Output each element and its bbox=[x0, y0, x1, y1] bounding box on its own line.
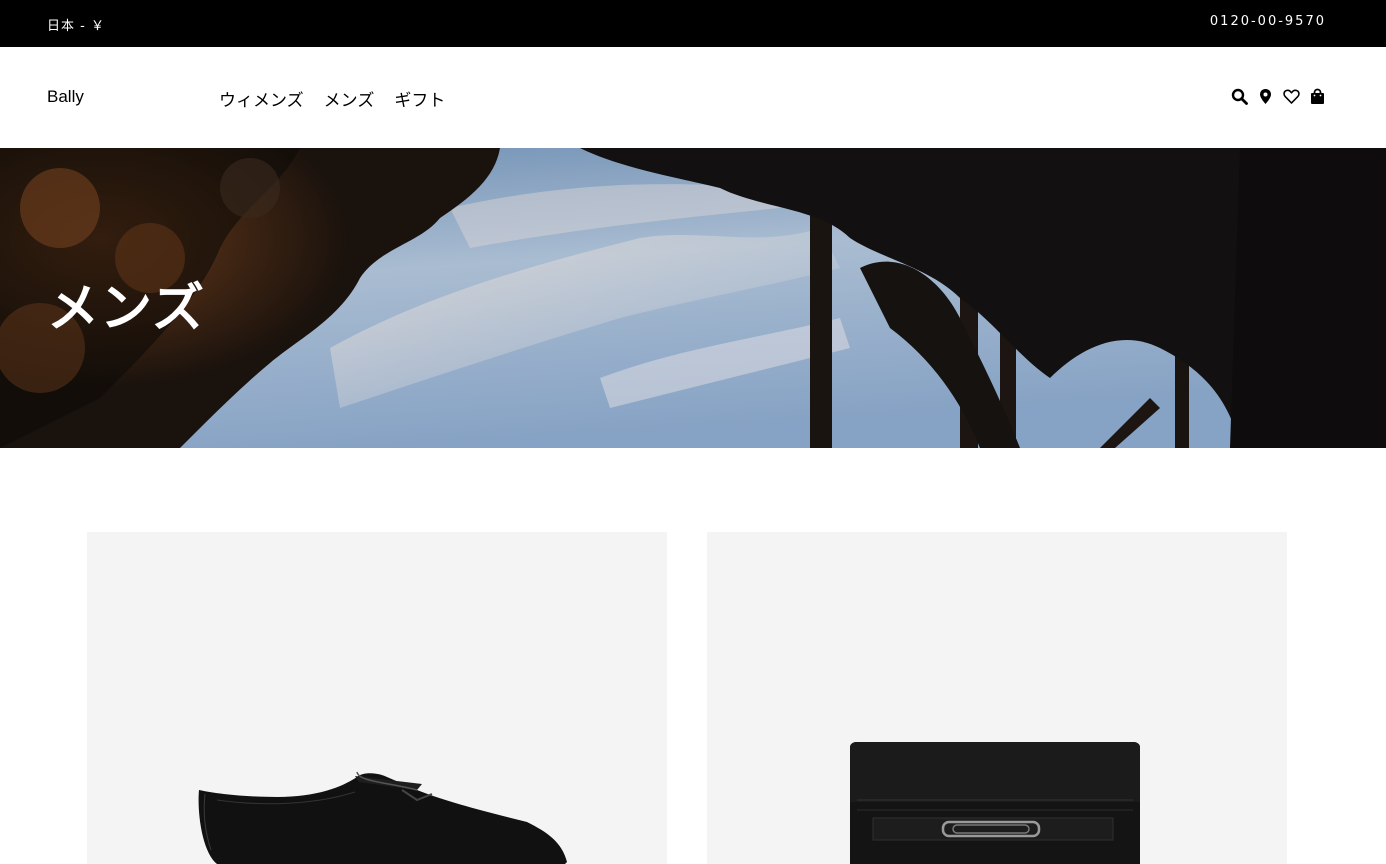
nav-item-mens[interactable]: メンズ bbox=[324, 86, 375, 111]
main-nav: ウィメンズ メンズ ギフト bbox=[219, 86, 445, 111]
top-bar: 日本 - ￥ 0120-00-9570 bbox=[0, 0, 1386, 47]
heart-icon[interactable] bbox=[1283, 88, 1300, 105]
nav-item-womens[interactable]: ウィメンズ bbox=[219, 86, 304, 111]
locale-currency-selector[interactable]: 日本 - ￥ bbox=[47, 15, 105, 34]
hero-forest-sky-image bbox=[0, 148, 1386, 448]
hero-title: メンズ bbox=[47, 279, 205, 339]
nav-item-gifts[interactable]: ギフト bbox=[394, 86, 445, 111]
hero-banner: メンズ bbox=[0, 148, 1386, 448]
product-card-loafer[interactable] bbox=[87, 532, 667, 864]
shopping-bag-icon[interactable] bbox=[1309, 88, 1326, 105]
search-icon[interactable] bbox=[1231, 88, 1248, 105]
header-icons bbox=[1231, 88, 1326, 105]
clutch-bag-image bbox=[850, 742, 1140, 864]
location-icon[interactable] bbox=[1257, 88, 1274, 105]
product-card-clutch[interactable] bbox=[707, 532, 1287, 864]
loafer-shoe-image bbox=[198, 771, 567, 864]
site-header: Bally ウィメンズ メンズ ギフト bbox=[0, 47, 1386, 148]
brand-logo[interactable]: Bally bbox=[47, 87, 84, 107]
phone-number-link[interactable]: 0120-00-9570 bbox=[1210, 14, 1326, 29]
